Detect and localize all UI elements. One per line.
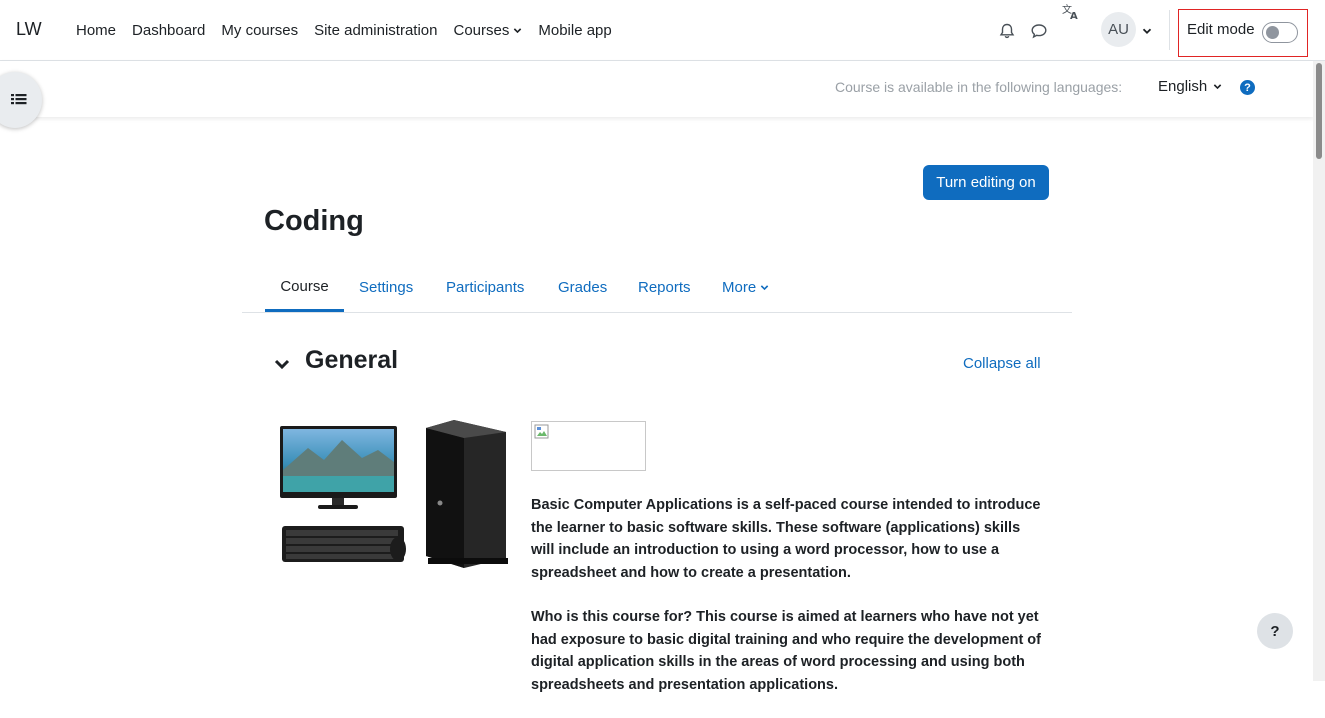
chevron-down-icon [1213, 84, 1222, 90]
course-language-bar: Course is available in the following lan… [0, 61, 1313, 128]
section-collapse-chevron-icon[interactable] [273, 355, 291, 373]
tab-settings[interactable]: Settings [359, 263, 413, 312]
tab-course[interactable]: Course [265, 263, 344, 312]
site-logo[interactable]: LW [16, 19, 42, 40]
translate-icon[interactable]: 文A [1060, 2, 1082, 22]
floating-help-button[interactable]: ? [1257, 613, 1293, 649]
section-title: General [305, 346, 399, 374]
chevron-down-icon [514, 27, 522, 33]
tab-reports[interactable]: Reports [638, 263, 691, 312]
user-avatar[interactable]: AU [1101, 12, 1136, 47]
turn-editing-on-button[interactable]: Turn editing on [923, 165, 1049, 200]
summary-paragraph: Basic Computer Applications is a self-pa… [531, 497, 1041, 581]
edit-mode-label: Edit mode [1187, 21, 1255, 38]
primary-navigation: Home Dashboard My courses Site administr… [68, 0, 620, 60]
navbar-divider [1169, 10, 1170, 50]
language-help-icon[interactable]: ? [1240, 80, 1255, 95]
course-summary: Basic Computer Applications is a self-pa… [531, 494, 1046, 718]
language-select[interactable]: English [1158, 78, 1222, 95]
language-availability-note: Course is available in the following lan… [835, 79, 1123, 95]
svg-text:A: A [1070, 11, 1078, 21]
nav-mobile-app[interactable]: Mobile app [530, 22, 619, 39]
toggle-knob [1266, 26, 1279, 39]
course-index-drawer-toggle[interactable] [0, 72, 42, 128]
nav-site-administration[interactable]: Site administration [306, 22, 445, 39]
nav-home[interactable]: Home [68, 22, 124, 39]
user-menu-chevron-down-icon[interactable] [1142, 26, 1152, 36]
tab-participants[interactable]: Participants [446, 263, 524, 312]
tab-more[interactable]: More [722, 263, 769, 312]
edit-mode-highlight: Edit mode [1178, 9, 1308, 57]
broken-image-placeholder [531, 421, 646, 471]
edit-mode-toggle[interactable] [1262, 22, 1298, 43]
scrollbar-thumb[interactable] [1316, 63, 1322, 159]
chevron-down-icon [760, 285, 769, 291]
broken-image-icon [534, 424, 549, 439]
page-title: Coding [264, 205, 364, 237]
nav-courses-dropdown[interactable]: Courses [446, 22, 531, 39]
summary-paragraph: Who is this course for? This course is a… [531, 609, 1041, 693]
list-icon [11, 94, 27, 105]
course-secondary-navigation: Course Settings Participants Grades Repo… [242, 263, 1072, 313]
nav-my-courses[interactable]: My courses [213, 22, 306, 39]
top-navbar: LW Home Dashboard My courses Site admini… [0, 0, 1325, 61]
notifications-bell-icon[interactable] [996, 20, 1018, 42]
page-scrollbar[interactable] [1313, 61, 1325, 681]
tab-grades[interactable]: Grades [558, 263, 607, 312]
desktop-computer-image [280, 420, 508, 568]
messages-chat-icon[interactable] [1028, 20, 1050, 42]
collapse-all-link[interactable]: Collapse all [963, 355, 1041, 372]
nav-dashboard[interactable]: Dashboard [124, 22, 213, 39]
